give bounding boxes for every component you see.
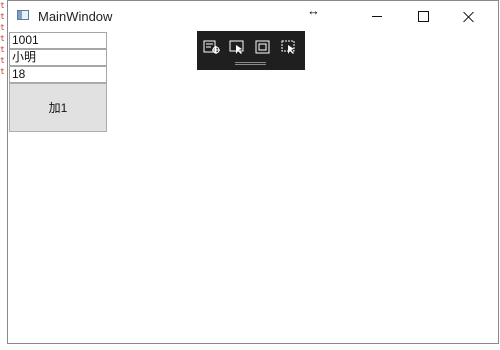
name-field[interactable]: 小明 xyxy=(9,49,107,66)
window-title: MainWindow xyxy=(38,9,113,24)
background-code-line: t xyxy=(0,67,5,76)
maximize-icon xyxy=(417,11,429,22)
select-element-button[interactable] xyxy=(228,39,246,55)
screen: t t t t t t t MainWindow ↔ 1001 小明 18 加1 xyxy=(0,0,500,350)
display-layout-adorners-icon xyxy=(255,40,270,54)
display-layout-adorners-button[interactable] xyxy=(254,39,272,55)
minimize-button[interactable] xyxy=(354,1,400,32)
background-code-line: t xyxy=(0,12,5,21)
runtime-debug-toolbar xyxy=(197,31,305,70)
background-code-line: t xyxy=(0,34,5,43)
live-visual-tree-button[interactable] xyxy=(203,39,221,55)
close-button[interactable] xyxy=(446,1,492,32)
background-code-line: t xyxy=(0,45,5,54)
window-content: 1001 小明 18 加1 xyxy=(8,32,498,343)
window-titlebar[interactable]: MainWindow ↔ xyxy=(8,1,498,32)
maximize-button[interactable] xyxy=(400,1,446,32)
close-icon xyxy=(463,11,475,23)
minimize-icon xyxy=(372,16,382,17)
app-window-icon xyxy=(17,10,29,20)
toolbar-grip[interactable] xyxy=(235,62,266,65)
live-visual-tree-icon xyxy=(203,40,220,54)
background-code-gutter: t t t t t t t xyxy=(0,0,7,80)
add-one-button[interactable]: 加1 xyxy=(9,83,107,132)
track-focused-element-button[interactable] xyxy=(280,39,298,55)
background-code-line: t xyxy=(0,56,5,65)
id-field[interactable]: 1001 xyxy=(9,32,107,49)
select-element-icon xyxy=(229,40,244,54)
track-focused-element-icon xyxy=(281,40,295,54)
resize-cursor-icon: ↔ xyxy=(307,3,320,18)
background-code-line: t xyxy=(0,23,5,32)
background-code-line: t xyxy=(0,1,5,10)
age-field[interactable]: 18 xyxy=(9,66,107,83)
